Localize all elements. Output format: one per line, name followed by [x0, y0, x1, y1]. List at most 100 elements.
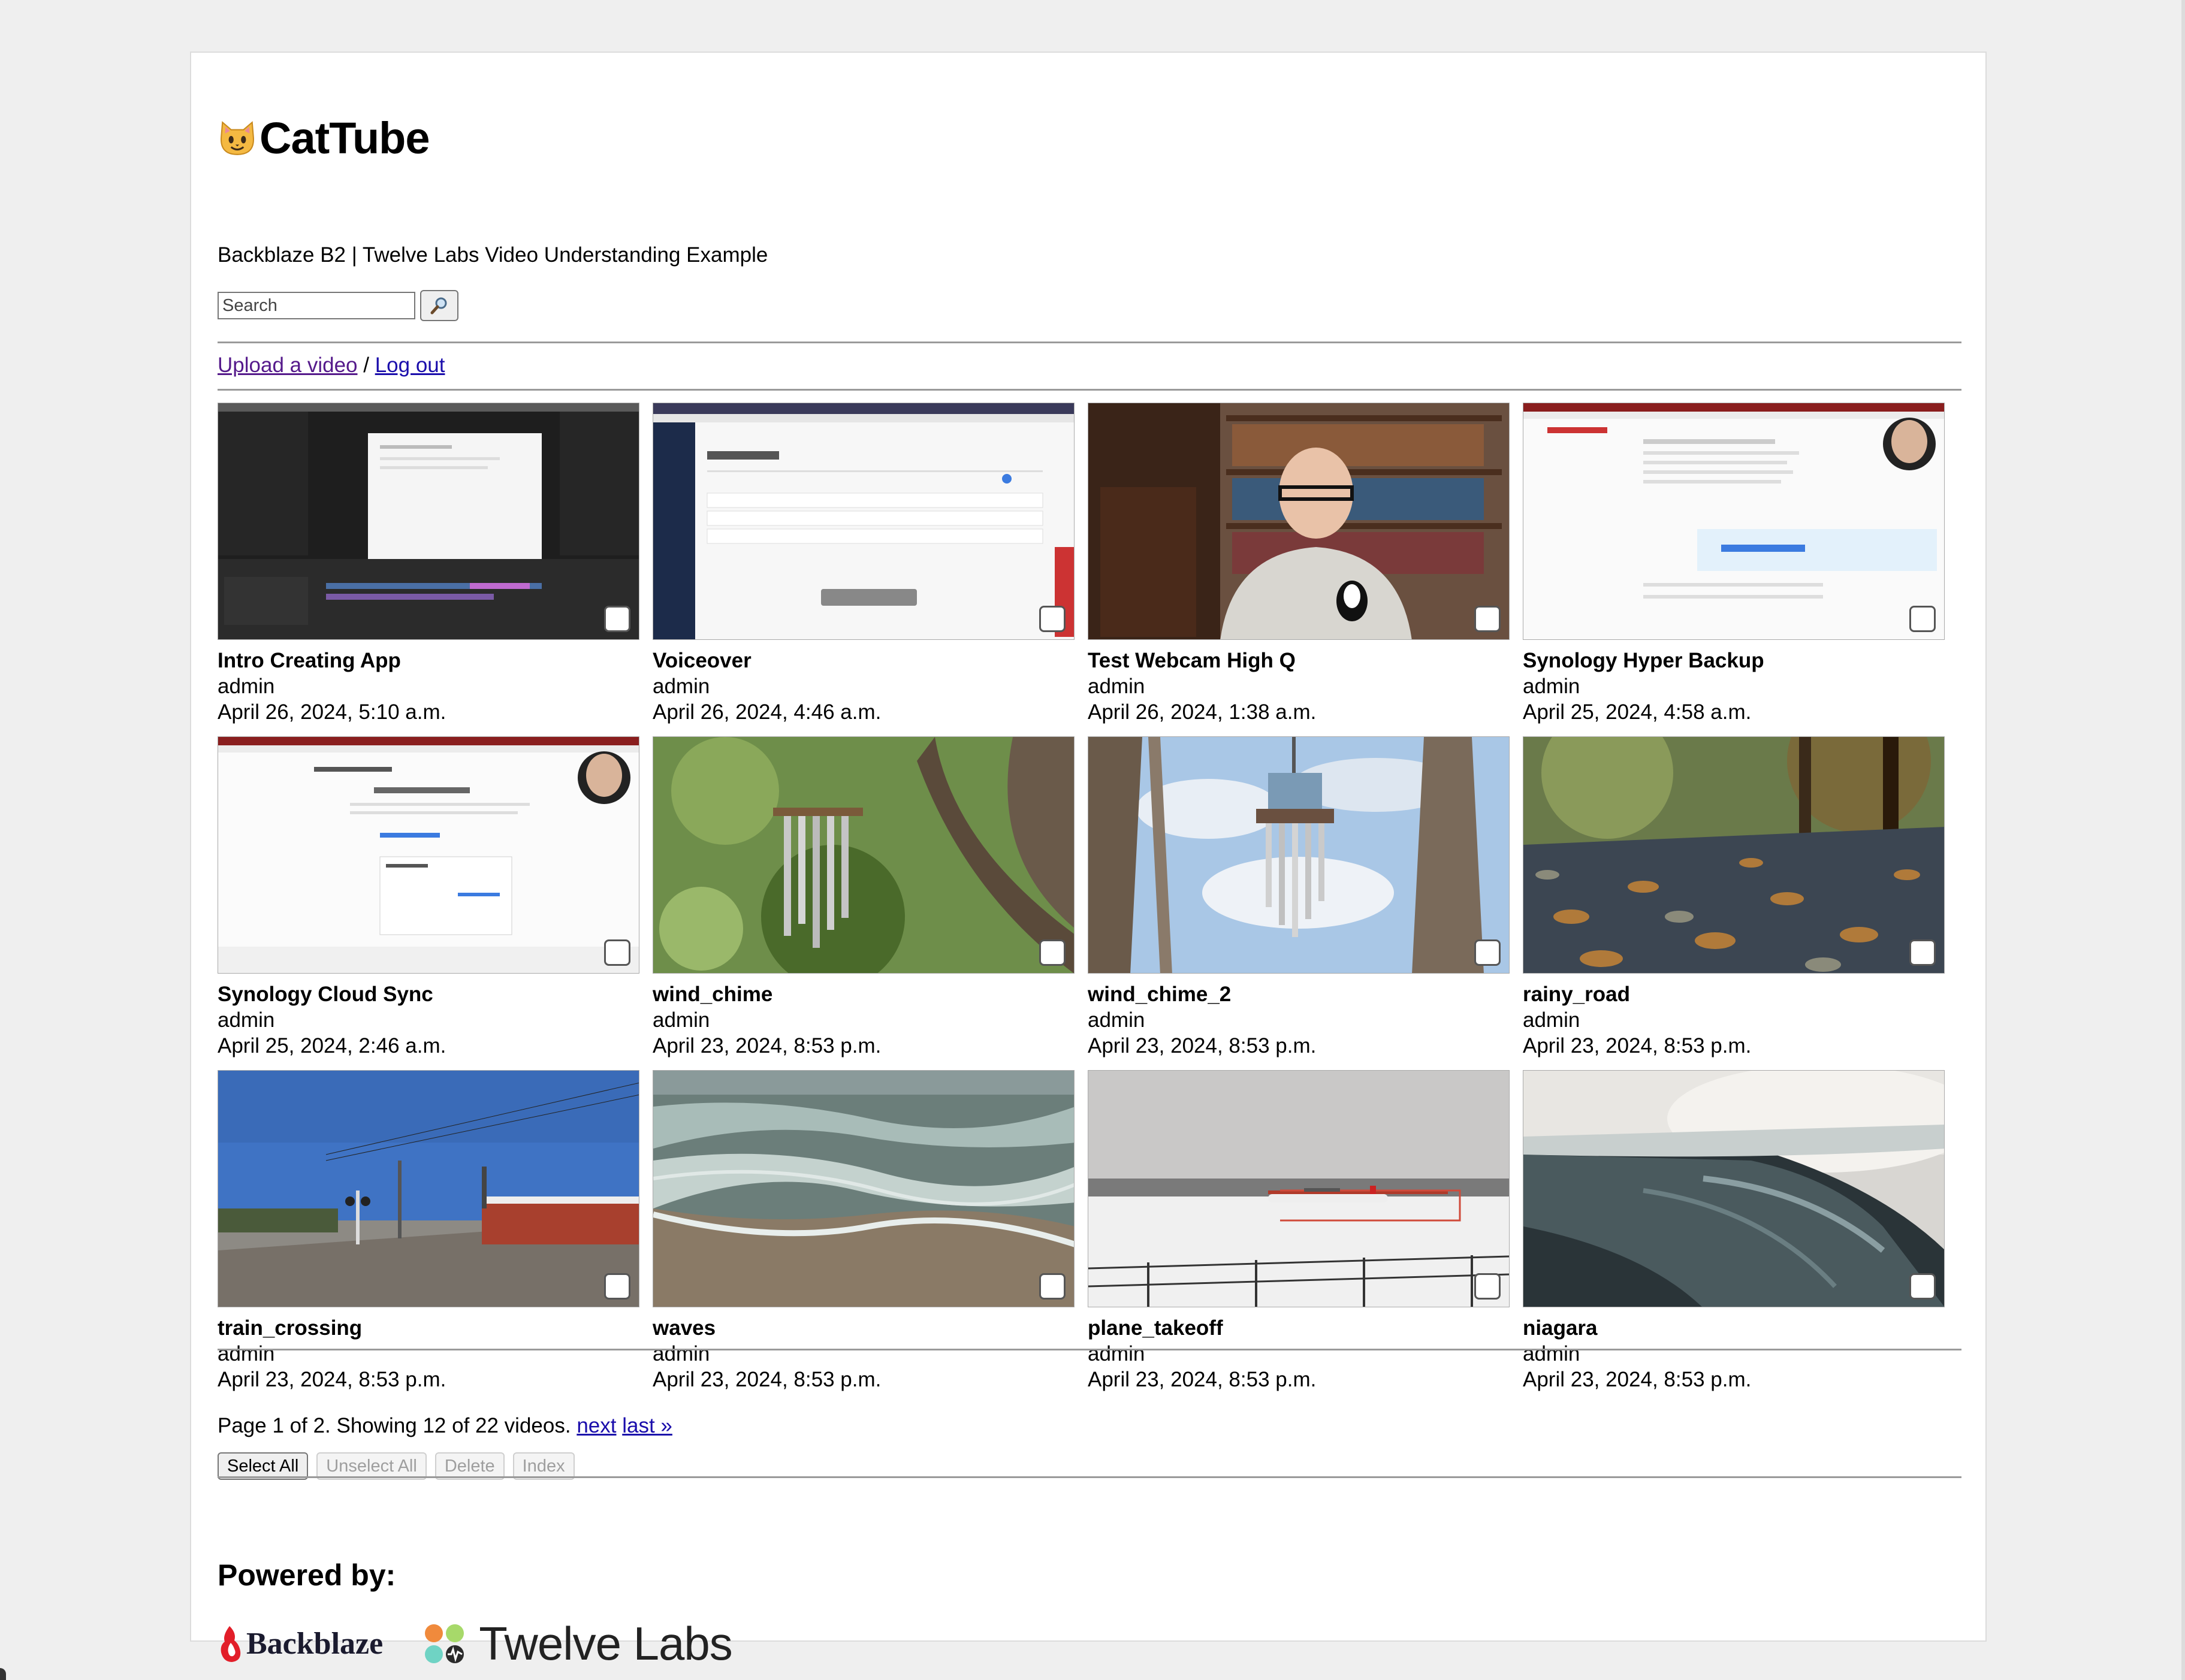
divider	[218, 342, 1961, 343]
twelve-labs-mark-icon	[425, 1624, 464, 1663]
video-title[interactable]: Voiceover	[653, 648, 1075, 673]
video-date: April 23, 2024, 8:53 p.m.	[653, 1368, 882, 1391]
divider	[218, 389, 1961, 391]
select-checkbox[interactable]	[1909, 606, 1936, 632]
video-title[interactable]: train_crossing	[218, 1316, 639, 1341]
video-title[interactable]: Intro Creating App	[218, 648, 639, 673]
video-title[interactable]: wind_chime_2	[1088, 982, 1510, 1007]
video-owner: admin	[1088, 1008, 1145, 1032]
select-checkbox[interactable]	[604, 939, 630, 966]
main-panel: CatTube Backblaze B2 | Twelve Labs Video…	[190, 52, 1987, 1670]
video-card: wind_chime admin April 23, 2024, 8:53 p.…	[653, 736, 1075, 1059]
video-card: plane_takeoff admin April 23, 2024, 8:53…	[1088, 1070, 1510, 1392]
backblaze-wordmark: Backblaze	[246, 1627, 384, 1661]
video-date: April 23, 2024, 8:53 p.m.	[218, 1368, 446, 1391]
site-header: CatTube	[218, 113, 430, 164]
video-thumbnail[interactable]	[1088, 403, 1510, 640]
video-owner: admin	[1523, 1342, 1580, 1365]
select-checkbox[interactable]	[1039, 1273, 1066, 1300]
twelve-labs-wordmark: Twelve Labs	[479, 1617, 733, 1670]
select-checkbox[interactable]	[1474, 606, 1501, 632]
select-checkbox[interactable]	[1474, 1273, 1501, 1300]
video-title[interactable]: wind_chime	[653, 982, 1075, 1007]
video-date: April 23, 2024, 8:53 p.m.	[1088, 1034, 1317, 1057]
video-thumbnail[interactable]	[218, 403, 639, 640]
video-card: Voiceover admin April 26, 2024, 4:46 a.m…	[653, 403, 1075, 725]
video-title[interactable]: Synology Cloud Sync	[218, 982, 639, 1007]
video-thumbnail[interactable]	[1523, 736, 1945, 974]
video-title[interactable]: Synology Hyper Backup	[1523, 648, 1945, 673]
video-date: April 25, 2024, 4:58 a.m.	[1523, 700, 1752, 724]
video-thumbnail[interactable]	[1523, 1070, 1945, 1307]
video-title[interactable]: rainy_road	[1523, 982, 1945, 1007]
video-date: April 26, 2024, 1:38 a.m.	[1088, 700, 1317, 724]
upload-video-link[interactable]: Upload a video	[218, 353, 358, 377]
select-checkbox[interactable]	[1039, 939, 1066, 966]
divider	[218, 1349, 1961, 1350]
logout-link[interactable]: Log out	[375, 353, 445, 377]
video-thumbnail[interactable]	[653, 1070, 1075, 1307]
video-thumbnail[interactable]	[218, 736, 639, 974]
video-thumbnail[interactable]	[1088, 1070, 1510, 1307]
video-owner: admin	[1523, 1008, 1580, 1032]
select-checkbox[interactable]	[604, 1273, 630, 1300]
next-page-link[interactable]: next	[577, 1414, 616, 1437]
video-owner: admin	[1088, 1342, 1145, 1365]
video-thumbnail[interactable]	[653, 403, 1075, 640]
search-form	[218, 290, 458, 321]
search-button[interactable]	[420, 290, 458, 321]
video-date: April 23, 2024, 8:53 p.m.	[1088, 1368, 1317, 1391]
pagination: Page 1 of 2. Showing 12 of 22 videos. ne…	[218, 1414, 672, 1438]
video-owner: admin	[1523, 675, 1580, 698]
select-checkbox[interactable]	[1039, 606, 1066, 632]
video-date: April 25, 2024, 2:46 a.m.	[218, 1034, 446, 1057]
video-date: April 26, 2024, 5:10 a.m.	[218, 700, 446, 724]
video-thumbnail[interactable]	[653, 736, 1075, 974]
magnifier-icon	[430, 297, 447, 315]
video-owner: admin	[653, 1008, 710, 1032]
twelve-labs-logo[interactable]: Twelve Labs	[424, 1616, 733, 1671]
video-owner: admin	[218, 1008, 275, 1032]
video-thumbnail[interactable]	[1088, 736, 1510, 974]
window-corner	[0, 1668, 6, 1680]
video-card: niagara admin April 23, 2024, 8:53 p.m.	[1523, 1070, 1945, 1392]
nav-separator: /	[363, 353, 369, 377]
select-checkbox[interactable]	[1909, 1273, 1936, 1300]
video-title[interactable]: Test Webcam High Q	[1088, 648, 1510, 673]
divider	[218, 1476, 1961, 1478]
select-checkbox[interactable]	[1474, 939, 1501, 966]
video-owner: admin	[218, 675, 275, 698]
backblaze-logo[interactable]: Backblaze	[218, 1625, 383, 1663]
video-title[interactable]: niagara	[1523, 1316, 1945, 1341]
video-date: April 23, 2024, 8:53 p.m.	[1523, 1034, 1752, 1057]
last-page-link[interactable]: last »	[622, 1414, 672, 1437]
video-card: Intro Creating App admin April 26, 2024,…	[218, 403, 639, 725]
video-owner: admin	[1088, 675, 1145, 698]
cat-emoji-icon	[221, 120, 254, 155]
video-owner: admin	[653, 675, 710, 698]
search-input[interactable]	[218, 292, 415, 319]
video-card: wind_chime_2 admin April 23, 2024, 8:53 …	[1088, 736, 1510, 1059]
site-subtitle: Backblaze B2 | Twelve Labs Video Underst…	[218, 243, 768, 267]
pagination-summary: Page 1 of 2. Showing 12 of 22 videos.	[218, 1414, 571, 1437]
video-card: train_crossing admin April 23, 2024, 8:5…	[218, 1070, 639, 1392]
video-owner: admin	[218, 1342, 275, 1365]
video-card: Test Webcam High Q admin April 26, 2024,…	[1088, 403, 1510, 725]
video-card: rainy_road admin April 23, 2024, 8:53 p.…	[1523, 736, 1945, 1059]
video-date: April 23, 2024, 8:53 p.m.	[653, 1034, 882, 1057]
video-title[interactable]: waves	[653, 1316, 1075, 1341]
video-title[interactable]: plane_takeoff	[1088, 1316, 1510, 1341]
video-card: Synology Cloud Sync admin April 25, 2024…	[218, 736, 639, 1059]
video-date: April 26, 2024, 4:46 a.m.	[653, 700, 882, 724]
site-title: CatTube	[259, 113, 430, 163]
flame-icon	[221, 1625, 241, 1662]
select-checkbox[interactable]	[1909, 939, 1936, 966]
select-checkbox[interactable]	[604, 606, 630, 632]
account-nav: Upload a video / Log out	[218, 353, 445, 377]
video-thumbnail[interactable]	[1523, 403, 1945, 640]
video-card: Synology Hyper Backup admin April 25, 20…	[1523, 403, 1945, 725]
video-card: waves admin April 23, 2024, 8:53 p.m.	[653, 1070, 1075, 1392]
video-thumbnail[interactable]	[218, 1070, 639, 1307]
powered-by-heading: Powered by:	[218, 1558, 396, 1592]
window-edge	[2181, 0, 2185, 1680]
